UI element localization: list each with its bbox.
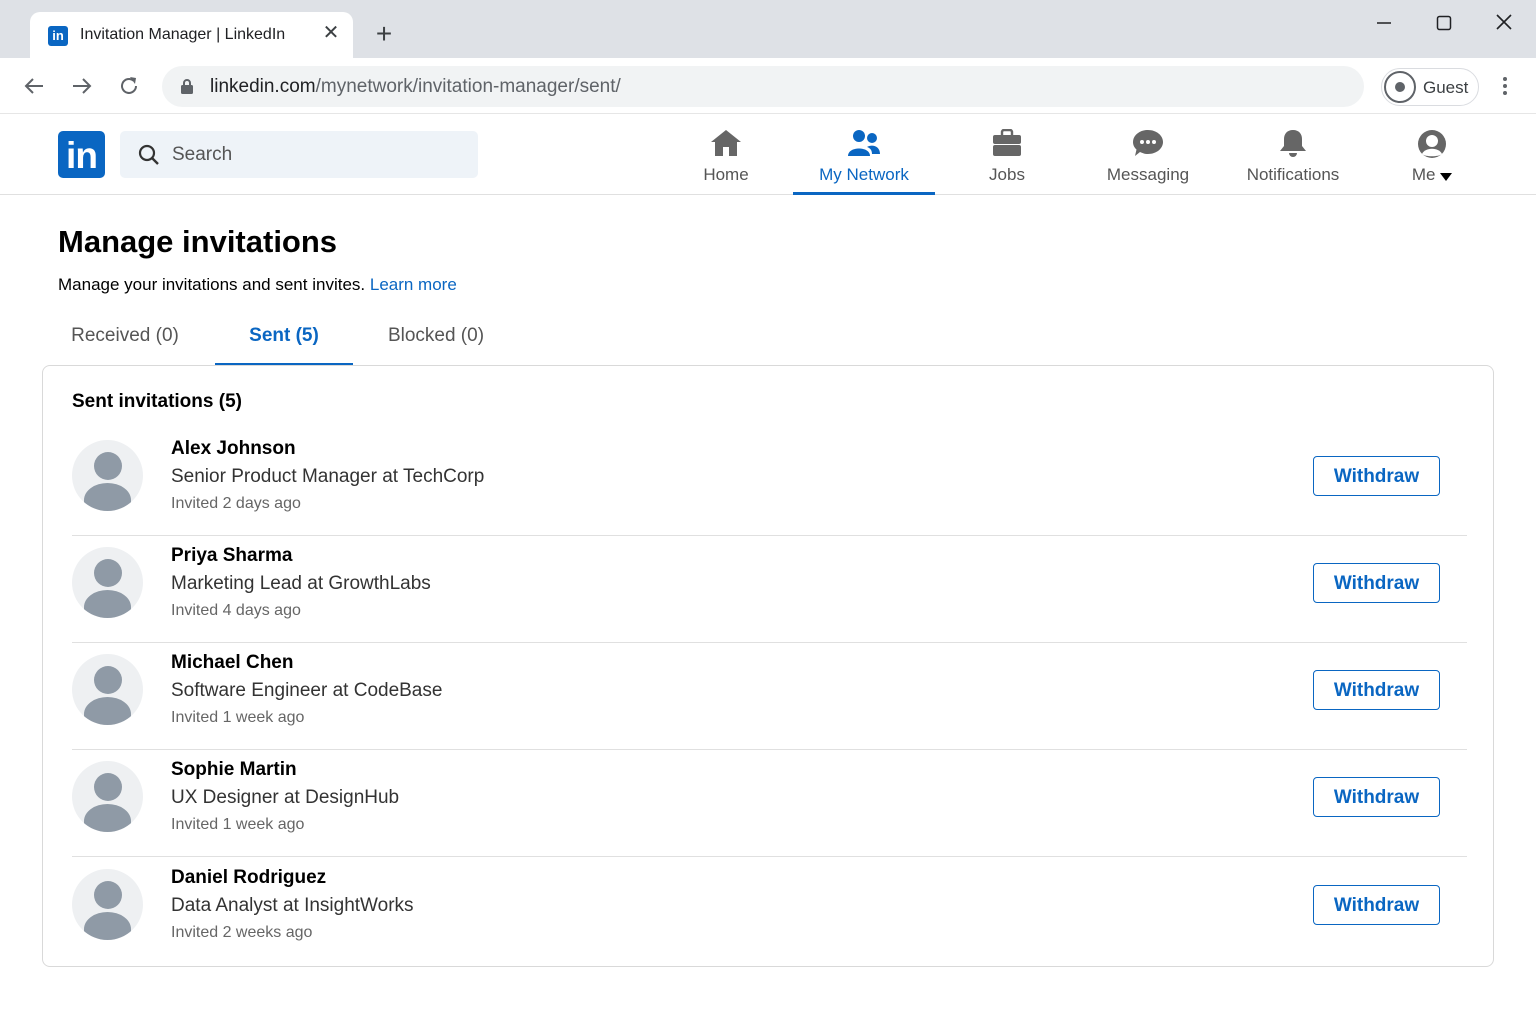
page-title: Manage invitations: [58, 224, 338, 259]
guest-profile-icon: [1384, 71, 1416, 103]
back-arrow-icon[interactable]: [21, 72, 49, 100]
me-label-text: Me: [1411, 165, 1436, 184]
avatar-placeholder-icon[interactable]: [72, 547, 143, 618]
browser-toolbar: linkedin.com/mynetwork/invitation-manage…: [0, 58, 1536, 114]
invited-time: Invited 2 weeks ago: [171, 924, 313, 941]
search-icon: [138, 144, 160, 171]
invited-time: Invited 1 week ago: [171, 709, 305, 726]
withdraw-button[interactable]: Withdraw: [1313, 670, 1440, 710]
invitation-row: Alex Johnson Senior Product Manager at T…: [72, 429, 1467, 536]
caret-down-icon: [1440, 166, 1453, 186]
person-headline: Data Analyst at InsightWorks: [171, 895, 414, 916]
invited-time: Invited 2 days ago: [171, 495, 301, 512]
me-icon: [1417, 129, 1447, 164]
browser-menu-icon[interactable]: [1494, 72, 1516, 100]
invited-time: Invited 1 week ago: [171, 816, 305, 833]
sent-invitations-card: Sent invitations (5) Alex Johnson Senior…: [42, 365, 1494, 967]
jobs-icon: [992, 128, 1022, 162]
notifications-icon: [1278, 129, 1308, 162]
nav-label-my-network: My Network: [819, 165, 909, 184]
nav-item-me[interactable]: Me: [1392, 115, 1472, 195]
forward-arrow-icon[interactable]: [67, 72, 95, 100]
invitation-row: Daniel Rodriguez Data Analyst at Insight…: [72, 858, 1467, 965]
maximize-icon[interactable]: [1427, 8, 1461, 38]
reload-icon[interactable]: [115, 72, 143, 100]
avatar-placeholder-icon[interactable]: [72, 761, 143, 832]
profile-label: Guest: [1423, 78, 1469, 97]
withdraw-button[interactable]: Withdraw: [1313, 885, 1440, 925]
learn-more-link[interactable]: Learn more: [370, 275, 457, 294]
withdraw-button[interactable]: Withdraw: [1313, 563, 1440, 603]
address-bar[interactable]: linkedin.com/mynetwork/invitation-manage…: [162, 66, 1364, 107]
avatar-placeholder-icon[interactable]: [72, 869, 143, 940]
profile-button[interactable]: Guest: [1381, 68, 1479, 106]
nav-item-home[interactable]: Home: [676, 115, 776, 195]
tab-blocked[interactable]: Blocked (0): [365, 310, 507, 366]
browser-tab[interactable]: in Invitation Manager | LinkedIn ✕: [30, 12, 353, 58]
nav-label-jobs: Jobs: [989, 165, 1025, 184]
invitation-row: Michael Chen Software Engineer at CodeBa…: [72, 643, 1467, 750]
close-tab-icon[interactable]: ✕: [320, 22, 342, 44]
close-window-icon[interactable]: [1487, 8, 1521, 38]
person-name[interactable]: Daniel Rodriguez: [171, 867, 326, 889]
person-name[interactable]: Michael Chen: [171, 652, 293, 674]
avatar-placeholder-icon[interactable]: [72, 440, 143, 511]
browser-tab-strip: in Invitation Manager | LinkedIn ✕ +: [0, 0, 1536, 58]
nav-item-jobs[interactable]: Jobs: [957, 115, 1057, 195]
nav-label-home: Home: [703, 165, 749, 184]
linkedin-logo[interactable]: in: [58, 131, 105, 178]
nav-label-notifications: Notifications: [1246, 165, 1340, 184]
search-box: [120, 131, 478, 178]
lock-icon: [180, 78, 194, 100]
invitation-row: Sophie Martin UX Designer at DesignHub I…: [72, 750, 1467, 857]
person-headline: Software Engineer at CodeBase: [171, 680, 443, 701]
home-icon: [710, 129, 742, 162]
tab-title: Invitation Manager | LinkedIn: [80, 26, 286, 43]
sent-invitations-title: Sent invitations (5): [72, 391, 242, 412]
person-headline: Marketing Lead at GrowthLabs: [171, 573, 431, 594]
url-path: /mynetwork/invitation-manager/sent/: [315, 76, 621, 97]
new-tab-icon[interactable]: +: [370, 20, 398, 48]
withdraw-button[interactable]: Withdraw: [1313, 456, 1440, 496]
tab-received[interactable]: Received (0): [43, 310, 207, 366]
invitation-row: Priya Sharma Marketing Lead at GrowthLab…: [72, 536, 1467, 643]
withdraw-button[interactable]: Withdraw: [1313, 777, 1440, 817]
linkedin-favicon-icon: in: [48, 26, 68, 46]
nav-item-notifications[interactable]: Notifications: [1237, 115, 1349, 195]
nav-label-messaging: Messaging: [1106, 165, 1190, 184]
page-subtitle: Manage your invitations and sent invites…: [58, 275, 457, 295]
nav-label-me: Me: [1392, 165, 1472, 186]
url-host: linkedin.com: [210, 76, 316, 97]
linkedin-global-nav: in Home My Network Jobs Messaging N: [0, 115, 1536, 195]
nav-item-messaging[interactable]: Messaging: [1093, 115, 1203, 195]
person-name[interactable]: Sophie Martin: [171, 759, 297, 781]
person-name[interactable]: Alex Johnson: [171, 438, 296, 460]
search-input[interactable]: [172, 131, 462, 178]
page-subtitle-text: Manage your invitations and sent invites…: [58, 275, 366, 294]
avatar-placeholder-icon[interactable]: [72, 654, 143, 725]
nav-item-my-network[interactable]: My Network: [793, 115, 935, 195]
my-network-icon: [848, 129, 880, 162]
url-text: linkedin.com/mynetwork/invitation-manage…: [210, 76, 621, 98]
person-headline: Senior Product Manager at TechCorp: [171, 466, 485, 487]
minimize-icon[interactable]: [1367, 8, 1401, 38]
messaging-icon: [1132, 129, 1164, 162]
invited-time: Invited 4 days ago: [171, 602, 301, 619]
tab-sent[interactable]: Sent (5): [215, 310, 353, 366]
person-headline: UX Designer at DesignHub: [171, 787, 400, 808]
person-name[interactable]: Priya Sharma: [171, 545, 292, 567]
